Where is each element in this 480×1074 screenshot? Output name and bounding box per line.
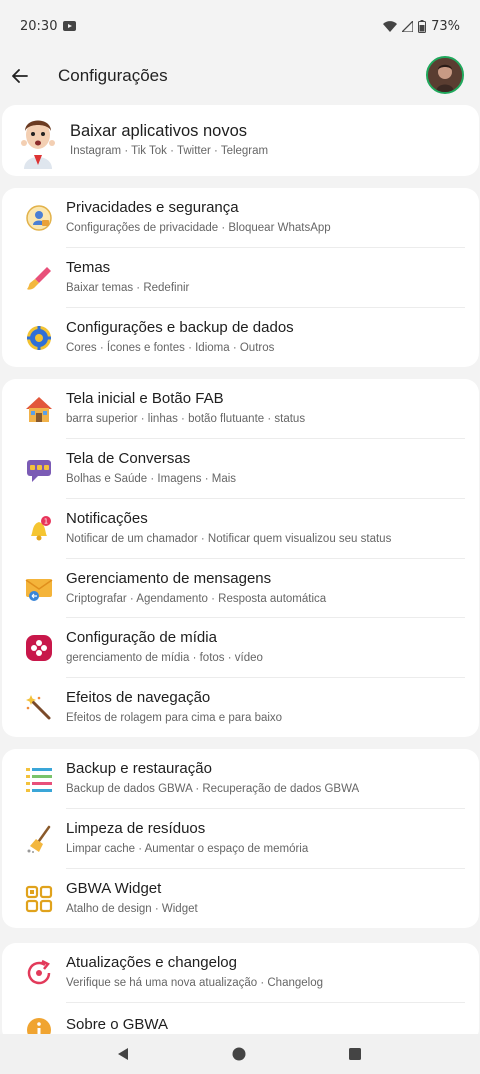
status-bar: 20:30 73% xyxy=(0,0,480,52)
settings-item-data-backup[interactable]: Configurações e backup de dados Cores · … xyxy=(2,308,479,367)
battery-level: 73% xyxy=(431,18,460,34)
settings-item-navigation-effects[interactable]: Efeitos de navegação Efeitos de rolagem … xyxy=(2,678,479,737)
paint-brush-icon xyxy=(24,263,54,293)
item-subtitle: gerenciamento de mídia · fotos · vídeo xyxy=(66,652,263,664)
item-title: Tela de Conversas xyxy=(66,450,191,467)
settings-item-home-screen[interactable]: Tela inicial e Botão FAB barra superior … xyxy=(2,379,479,438)
settings-item-notifications[interactable]: 1 Notificações Notificar de um chamador … xyxy=(2,499,479,558)
item-subtitle: Efeitos de rolagem para cima e para baix… xyxy=(66,712,283,724)
wifi-icon xyxy=(383,20,398,32)
settings-item-chat-screen[interactable]: Tela de Conversas Bolhas e Saúde · Image… xyxy=(2,439,479,498)
item-title: Privacidades e segurança xyxy=(66,199,239,216)
settings-group-3: Backup e restauração Backup de dados GBW… xyxy=(2,749,479,928)
app-bar: Configurações xyxy=(0,52,480,100)
item-title: Temas xyxy=(66,259,111,276)
settings-group-1: Privacidades e segurança Configurações d… xyxy=(2,188,479,367)
item-title: Notificações xyxy=(66,510,148,527)
settings-item-media[interactable]: Configuração de mídia gerenciamento de m… xyxy=(2,618,479,677)
cartoon-man-icon xyxy=(16,113,60,169)
item-subtitle: Backup de dados GBWA · Recuperação de da… xyxy=(66,783,360,795)
list-icon xyxy=(24,764,54,794)
privacy-icon xyxy=(24,203,54,233)
item-title: GBWA Widget xyxy=(66,880,162,897)
item-subtitle: Limpar cache · Aumentar o espaço de memó… xyxy=(66,843,309,855)
gear-icon xyxy=(24,323,54,353)
envelope-icon xyxy=(24,573,54,603)
item-title: Tela inicial e Botão FAB xyxy=(66,390,224,407)
item-title: Atualizações e changelog xyxy=(66,954,237,971)
settings-item-themes[interactable]: Temas Baixar temas · Redefinir xyxy=(2,248,479,307)
item-subtitle: Baixar temas · Redefinir xyxy=(66,282,190,294)
widget-icon xyxy=(24,884,54,914)
signal-icon xyxy=(402,20,414,32)
item-title: Sobre o GBWA xyxy=(66,1016,168,1033)
update-icon xyxy=(24,958,54,988)
settings-item-updates[interactable]: Atualizações e changelog Verifique se há… xyxy=(2,943,479,1002)
youtube-notification-icon xyxy=(63,21,77,31)
item-subtitle: Cores · Ícones e fontes · Idioma · Outro… xyxy=(66,342,275,354)
item-subtitle: Notificar de um chamador · Notificar que… xyxy=(66,533,392,545)
settings-item-cleanup[interactable]: Limpeza de resíduos Limpar cache · Aumen… xyxy=(2,809,479,868)
item-title: Configurações e backup de dados xyxy=(66,319,294,336)
item-subtitle: Bolhas e Saúde · Imagens · Mais xyxy=(66,473,237,485)
back-arrow-icon[interactable] xyxy=(10,66,30,86)
settings-item-messages[interactable]: Gerenciamento de mensagens Criptografar … xyxy=(2,559,479,617)
media-flower-icon xyxy=(24,633,54,663)
home-icon xyxy=(24,394,54,424)
notification-badge: 1 xyxy=(44,517,48,525)
item-title: Configuração de mídia xyxy=(66,629,217,646)
item-subtitle: Criptografar · Agendamento · Resposta au… xyxy=(66,592,327,605)
chat-bubble-icon xyxy=(24,454,54,484)
item-title: Efeitos de navegação xyxy=(66,689,211,706)
settings-item-widget[interactable]: GBWA Widget Atalho de design · Widget xyxy=(2,869,479,928)
item-subtitle: Configurações de privacidade · Bloquear … xyxy=(66,222,331,234)
item-title: Limpeza de resíduos xyxy=(66,820,206,837)
item-subtitle: Verifique se há uma nova atualização · C… xyxy=(66,977,324,989)
item-title: Gerenciamento de mensagens xyxy=(66,569,272,587)
promo-title: Baixar aplicativos novos xyxy=(70,122,248,140)
promo-card[interactable]: Baixar aplicativos novos Instagram · Tik… xyxy=(2,105,479,176)
settings-group-2: Tela inicial e Botão FAB barra superior … xyxy=(2,379,479,737)
magic-wand-icon xyxy=(24,693,54,723)
battery-icon xyxy=(418,19,427,33)
settings-item-privacy[interactable]: Privacidades e segurança Configurações d… xyxy=(2,188,479,247)
settings-group-4: Atualizações e changelog Verifique se há… xyxy=(2,943,479,1043)
status-time: 20:30 xyxy=(20,18,58,34)
nav-back-icon[interactable] xyxy=(116,1047,130,1061)
nav-recents-icon[interactable] xyxy=(349,1048,361,1060)
system-navigation-bar xyxy=(0,1034,480,1074)
broom-icon xyxy=(24,824,54,854)
item-subtitle: Atalho de design · Widget xyxy=(66,903,198,915)
settings-item-backup-restore[interactable]: Backup e restauração Backup de dados GBW… xyxy=(2,749,479,808)
item-title: Backup e restauração xyxy=(66,760,212,777)
bell-icon: 1 xyxy=(24,514,54,544)
page-title: Configurações xyxy=(58,66,168,85)
item-subtitle: barra superior · linhas · botão flutuant… xyxy=(66,413,306,425)
promo-subtitle: Instagram · Tik Tok · Twitter · Telegram xyxy=(70,145,269,157)
profile-avatar[interactable] xyxy=(426,56,464,94)
nav-home-icon[interactable] xyxy=(232,1047,246,1061)
